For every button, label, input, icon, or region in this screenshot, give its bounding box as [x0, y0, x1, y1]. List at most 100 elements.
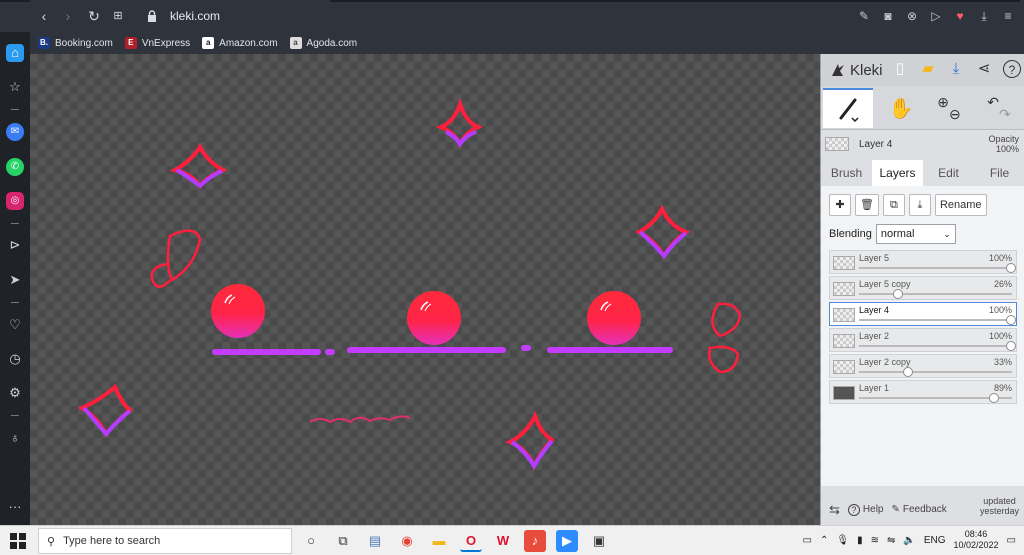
opera-icon[interactable]: O: [460, 530, 482, 552]
lightbulb-icon[interactable]: ♁: [6, 429, 24, 447]
rename-layer-button[interactable]: Rename: [934, 194, 987, 216]
clock-icon[interactable]: ◷: [6, 350, 24, 368]
zoom-icon[interactable]: ▶: [556, 530, 578, 552]
instagram-icon[interactable]: ◎: [6, 192, 24, 210]
hand-tool-button[interactable]: ✋: [881, 88, 921, 128]
update-info[interactable]: updated yesterday: [980, 496, 1019, 516]
layer-row[interactable]: Layer 2 100%: [829, 328, 1017, 352]
delete-layer-button[interactable]: 🗑: [855, 194, 879, 216]
blending-select[interactable]: normal ⌄: [875, 224, 956, 244]
send-icon[interactable]: ▷: [928, 8, 944, 24]
opacity-slider-handle[interactable]: [892, 289, 903, 299]
brush-tool-button[interactable]: [823, 88, 873, 128]
open-folder-icon[interactable]: ▰: [919, 60, 937, 78]
file-explorer-icon[interactable]: ▬: [428, 530, 450, 552]
help-icon[interactable]: ?: [1003, 60, 1021, 78]
new-file-icon[interactable]: ▯: [891, 60, 909, 78]
opacity-slider-handle[interactable]: [903, 367, 914, 377]
layer-opacity: 26%: [993, 279, 1012, 289]
opacity-slider-track[interactable]: [859, 289, 1012, 299]
messenger-icon[interactable]: ✉: [6, 123, 24, 141]
help-button[interactable]: ? Help: [847, 503, 883, 516]
taskbar-search[interactable]: ⚲ Type here to search: [38, 528, 292, 554]
undo-icon[interactable]: ↶: [987, 94, 999, 111]
download-icon[interactable]: ⤓: [976, 8, 992, 24]
tab-brush[interactable]: Brush: [821, 160, 872, 186]
tab-file[interactable]: File: [974, 160, 1024, 186]
browser-sidebar: ⌂ ☆ ✉ ✆ ◎ ⊳ ➤ ♡ ◷ ⚙ ♁ ···: [0, 32, 30, 525]
bookmark-amazon[interactable]: a Amazon.com: [202, 37, 278, 49]
whatsapp-icon[interactable]: ✆: [6, 158, 24, 176]
tab-layers[interactable]: Layers: [872, 160, 923, 186]
tab-edit[interactable]: Edit: [923, 160, 974, 186]
opacity-slider-track[interactable]: [859, 393, 1012, 403]
wifi-icon[interactable]: ≋: [871, 535, 879, 546]
opacity-slider-handle[interactable]: [1006, 263, 1016, 273]
language-indicator[interactable]: ENG: [924, 535, 946, 546]
opacity-slider-track[interactable]: [859, 367, 1012, 377]
star-icon[interactable]: ☆: [6, 78, 24, 96]
opacity-slider-handle[interactable]: [1006, 315, 1016, 325]
volume-icon[interactable]: 🔈: [903, 535, 915, 546]
layer-row[interactable]: Layer 4 100%: [829, 302, 1017, 326]
download-icon[interactable]: ⤓: [947, 60, 965, 78]
camera-icon[interactable]: ◙: [880, 8, 896, 24]
explorer-icon[interactable]: ▣: [588, 530, 610, 552]
share-icon[interactable]: ⋖: [975, 60, 993, 78]
feedback-button[interactable]: ✎ Feedback: [891, 504, 946, 515]
browser-actions: ✎ ◙ ⊗ ▷ ♥ ⤓ ≡: [856, 8, 1016, 24]
bookmark-agoda[interactable]: a Agoda.com: [289, 37, 357, 49]
clock[interactable]: 08:46 10/02/2022: [954, 529, 999, 551]
opacity-slider-track[interactable]: [859, 315, 1016, 325]
pdf-icon[interactable]: ♪: [524, 530, 546, 552]
menu-icon[interactable]: ≡: [1000, 8, 1016, 24]
add-layer-button[interactable]: ✚: [829, 194, 851, 216]
send-icon[interactable]: ➤: [6, 271, 24, 289]
reload-icon[interactable]: ↻: [86, 8, 102, 24]
address-bar[interactable]: kleki.com: [170, 9, 220, 23]
notifications-icon[interactable]: ▭: [1007, 535, 1016, 546]
windows-start-icon[interactable]: [10, 533, 26, 549]
back-icon[interactable]: ‹: [36, 8, 52, 24]
layer-row[interactable]: Layer 5 100%: [829, 250, 1017, 274]
chrome-icon[interactable]: ◉: [396, 530, 418, 552]
app-icon[interactable]: ▤: [364, 530, 386, 552]
microphone-icon[interactable]: 🎙: [836, 535, 849, 546]
duplicate-layer-button[interactable]: ⧉: [882, 194, 905, 216]
close-circle-icon[interactable]: ⊗: [904, 8, 920, 24]
redo-icon[interactable]: ↷: [999, 106, 1011, 123]
drawing-canvas[interactable]: [30, 54, 820, 525]
play-icon[interactable]: ⊳: [6, 236, 24, 254]
loop-stroke: [166, 229, 202, 282]
zoom-tool-button[interactable]: ⊕ ⊖: [929, 88, 969, 128]
settings-icon[interactable]: ⚙: [6, 384, 24, 402]
battery-icon[interactable]: ▮: [857, 535, 863, 546]
layer-row[interactable]: Layer 5 copy 26%: [829, 276, 1017, 300]
zoom-out-icon: ⊖: [949, 105, 961, 122]
hand-icon: ✋: [888, 97, 914, 120]
bookmark-vnexpress[interactable]: E VnExpress: [124, 37, 190, 49]
opacity-slider-handle[interactable]: [989, 393, 1000, 403]
merge-layer-button[interactable]: ⤓: [908, 194, 931, 216]
edit-icon[interactable]: ✎: [856, 8, 872, 24]
wps-icon[interactable]: W: [492, 530, 514, 552]
layer-row[interactable]: Layer 2 copy 33%: [829, 354, 1017, 378]
heart-icon[interactable]: ♥: [952, 8, 968, 24]
feedback-icon: ✎: [891, 504, 900, 515]
layer-row[interactable]: Layer 1 89%: [829, 380, 1017, 404]
display-icon[interactable]: ▭: [803, 535, 812, 546]
opacity-slider-track[interactable]: [859, 341, 1016, 351]
tabs-grid-icon[interactable]: ⊞: [110, 8, 126, 24]
cortana-icon[interactable]: ○: [300, 530, 322, 552]
task-view-icon[interactable]: ⧉: [332, 530, 354, 552]
bookmark-booking[interactable]: B. Booking.com: [38, 37, 113, 49]
opacity-slider-track[interactable]: [859, 263, 1016, 273]
network-icon[interactable]: ⇋: [887, 535, 895, 546]
swap-side-button[interactable]: ⇆: [829, 502, 840, 518]
heart-icon[interactable]: ♡: [6, 316, 24, 334]
chevron-up-icon[interactable]: ⌃: [820, 535, 828, 546]
opacity-slider-handle[interactable]: [1006, 341, 1016, 351]
forward-icon[interactable]: ›: [60, 8, 76, 24]
home-icon[interactable]: ⌂: [6, 44, 24, 62]
more-icon[interactable]: ···: [6, 498, 24, 516]
